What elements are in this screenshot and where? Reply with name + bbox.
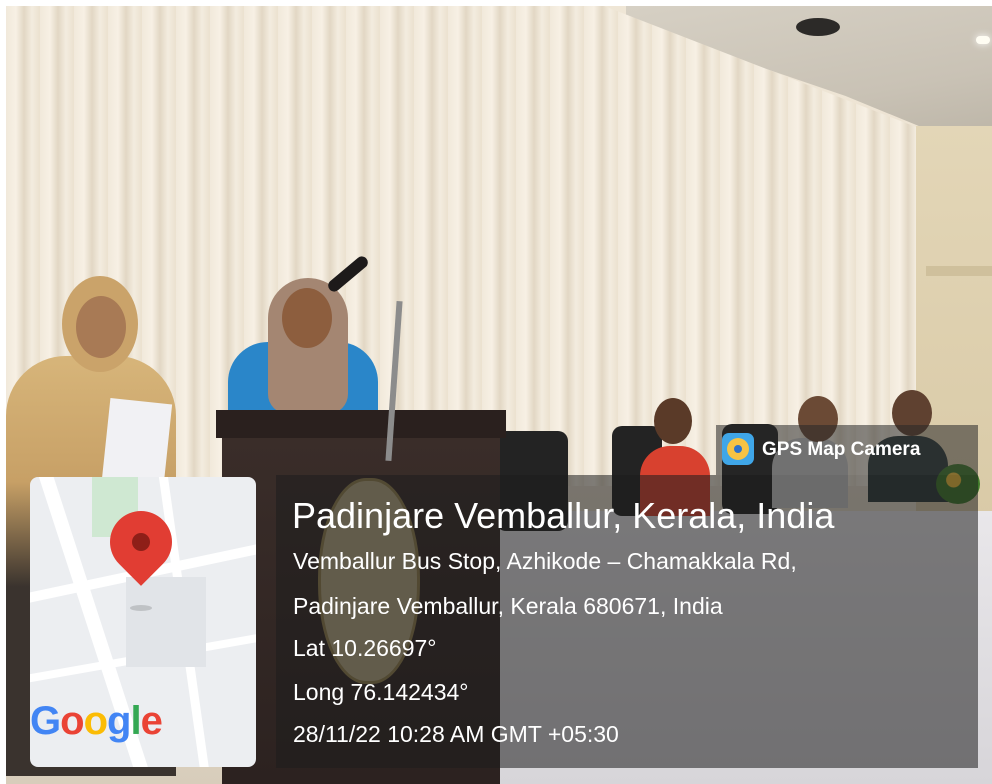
- location-info-panel: Padinjare Vemballur, Kerala, India Vemba…: [276, 475, 978, 768]
- address-line-1: Vemballur Bus Stop, Azhikode – Chamakkal…: [293, 548, 797, 574]
- gps-map-camera-icon: [722, 433, 754, 465]
- paper-sheet: [101, 397, 173, 487]
- google-logo-letter: e: [140, 699, 163, 743]
- map-pin-shadow: [130, 605, 152, 611]
- latitude: Lat 10.26697°: [293, 635, 437, 661]
- gps-camera-badge: GPS Map Camera: [716, 425, 978, 475]
- timestamp: 28/11/22 10:28 AM GMT +05:30: [293, 721, 619, 747]
- google-logo-letter: o: [60, 699, 84, 743]
- ceiling-lamp: [976, 36, 990, 44]
- google-logo-letter: G: [30, 699, 61, 743]
- place-title: Padinjare Vemballur, Kerala, India: [292, 495, 835, 536]
- map-thumbnail: Google: [30, 477, 256, 767]
- speaker-face: [282, 288, 332, 348]
- standing-woman-face: [76, 296, 126, 358]
- gps-camera-label: GPS Map Camera: [762, 439, 921, 460]
- address-line-2: Padinjare Vemballur, Kerala 680671, Indi…: [293, 593, 723, 619]
- longitude: Long 76.142434°: [293, 679, 469, 705]
- google-logo: Google: [30, 699, 163, 744]
- google-logo-letter: g: [107, 699, 131, 743]
- seated-guest-head: [654, 398, 692, 444]
- map-building: [126, 577, 206, 667]
- google-logo-letter: o: [83, 699, 108, 743]
- ceiling-fan: [796, 18, 840, 36]
- google-logo-letter: l: [130, 699, 141, 743]
